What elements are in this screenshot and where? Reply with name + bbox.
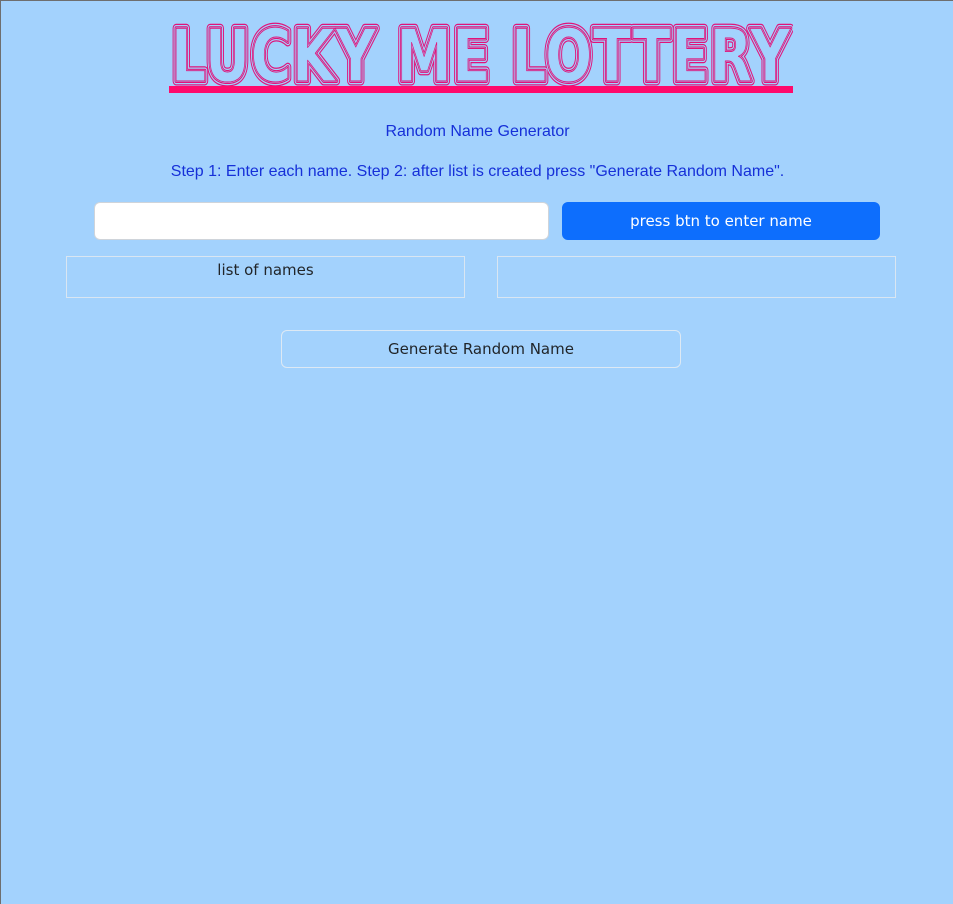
lottery-title-logo: LUCKY ME LOTTERY LUCKY ME LOTTERY LUCKY … bbox=[169, 19, 793, 87]
enter-name-button[interactable]: press btn to enter name bbox=[562, 202, 880, 240]
page-subtitle: Random Name Generator bbox=[385, 123, 570, 140]
names-list-label: list of names bbox=[217, 261, 314, 279]
names-list-box: list of names bbox=[66, 256, 465, 298]
generate-random-name-button[interactable]: Generate Random Name bbox=[281, 330, 681, 368]
lottery-title: LUCKY ME LOTTERY LUCKY ME LOTTERY LUCKY … bbox=[169, 19, 793, 95]
name-input[interactable] bbox=[94, 202, 549, 240]
title-outline-inner: LUCKY ME LOTTERY bbox=[171, 19, 791, 87]
instructions-text: Step 1: Enter each name. Step 2: after l… bbox=[170, 163, 785, 180]
random-name-result-box bbox=[497, 256, 896, 298]
title-underline bbox=[169, 86, 793, 93]
